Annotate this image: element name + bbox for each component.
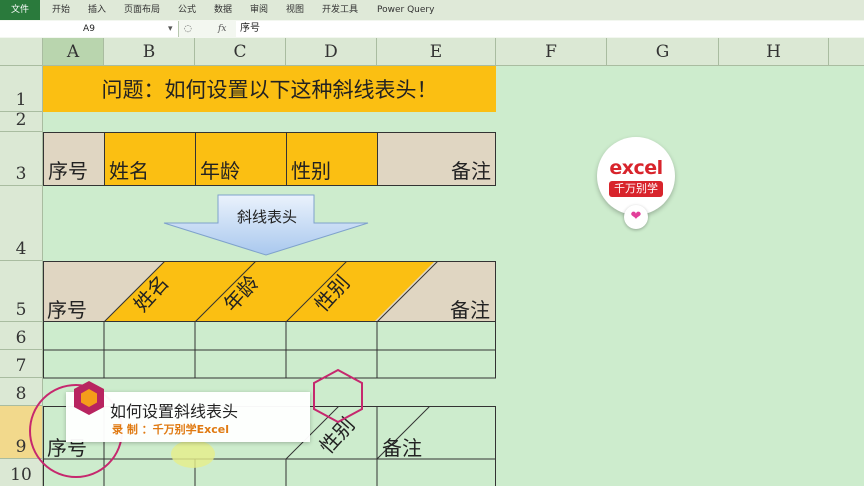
column-header-e[interactable]: E bbox=[377, 38, 496, 66]
row9-notes[interactable]: 备注 bbox=[382, 432, 422, 461]
tab-home[interactable]: 开始 bbox=[52, 0, 70, 20]
column-header-b[interactable]: B bbox=[104, 38, 195, 66]
column-header-c[interactable]: C bbox=[195, 38, 286, 66]
header3-age[interactable]: 年龄 bbox=[195, 132, 287, 186]
formula-input[interactable]: 序号 bbox=[236, 21, 864, 37]
tab-data[interactable]: 数据 bbox=[214, 0, 232, 20]
lower-third-subtitle: 录 制 ：千万别学Excel bbox=[112, 423, 230, 436]
row-header-6[interactable]: 6 bbox=[0, 322, 43, 350]
header5-seq[interactable]: 序号 bbox=[47, 294, 87, 323]
row-header-3[interactable]: 3 bbox=[0, 132, 43, 186]
row-header-2[interactable]: 2 bbox=[0, 110, 43, 132]
header3-name[interactable]: 姓名 bbox=[104, 132, 196, 186]
formula-cancel-icon[interactable]: ◌ bbox=[184, 21, 192, 37]
row-header-5[interactable]: 5 bbox=[0, 261, 43, 322]
name-box[interactable]: A9 bbox=[0, 21, 179, 37]
tab-page-layout[interactable]: 页面布局 bbox=[124, 0, 160, 20]
tab-review[interactable]: 审阅 bbox=[250, 0, 268, 20]
row-header-4[interactable]: 4 bbox=[0, 186, 43, 261]
column-header-h[interactable]: H bbox=[719, 38, 829, 66]
name-box-dropdown-icon[interactable]: ▾ bbox=[168, 21, 173, 37]
logo-text-excel: excel bbox=[609, 157, 663, 179]
tab-formulas[interactable]: 公式 bbox=[178, 0, 196, 20]
lower-third-title: 如何设置斜线表头 bbox=[110, 402, 239, 421]
header3-gender[interactable]: 性别 bbox=[286, 132, 378, 186]
tab-developer[interactable]: 开发工具 bbox=[322, 0, 358, 20]
column-header-f[interactable]: F bbox=[496, 38, 607, 66]
insert-function-icon[interactable]: fx bbox=[218, 21, 226, 37]
hexagon-badge-icon bbox=[74, 381, 104, 415]
header3-seq[interactable]: 序号 bbox=[43, 132, 105, 186]
tab-insert[interactable]: 插入 bbox=[88, 0, 106, 20]
header5-notes[interactable]: 备注 bbox=[450, 294, 490, 323]
tab-power-query[interactable]: Power Query bbox=[377, 0, 434, 20]
header3-notes[interactable]: 备注 bbox=[377, 132, 496, 186]
slanted-header-shapes bbox=[43, 261, 496, 322]
hexagon-outline-decoration bbox=[313, 368, 363, 424]
table-grid-rows-6-7 bbox=[43, 322, 496, 379]
arrow-label: 斜线表头 bbox=[236, 208, 297, 226]
row-header-7[interactable]: 7 bbox=[0, 350, 43, 378]
heart-icon: ❤ bbox=[624, 205, 648, 229]
select-all-corner[interactable] bbox=[0, 38, 43, 66]
tab-view[interactable]: 视图 bbox=[286, 0, 304, 20]
title-banner[interactable]: 问题：如何设置以下这种斜线表头！ bbox=[43, 66, 496, 112]
column-header-a[interactable]: A bbox=[43, 38, 104, 66]
logo-text-brand: 千万别学 bbox=[609, 181, 663, 197]
column-header-g[interactable]: G bbox=[607, 38, 719, 66]
column-header-d[interactable]: D bbox=[286, 38, 377, 66]
column-header-i[interactable] bbox=[829, 38, 864, 66]
row-header-1[interactable]: 1 bbox=[0, 66, 43, 112]
tab-file[interactable]: 文件 bbox=[0, 0, 40, 20]
